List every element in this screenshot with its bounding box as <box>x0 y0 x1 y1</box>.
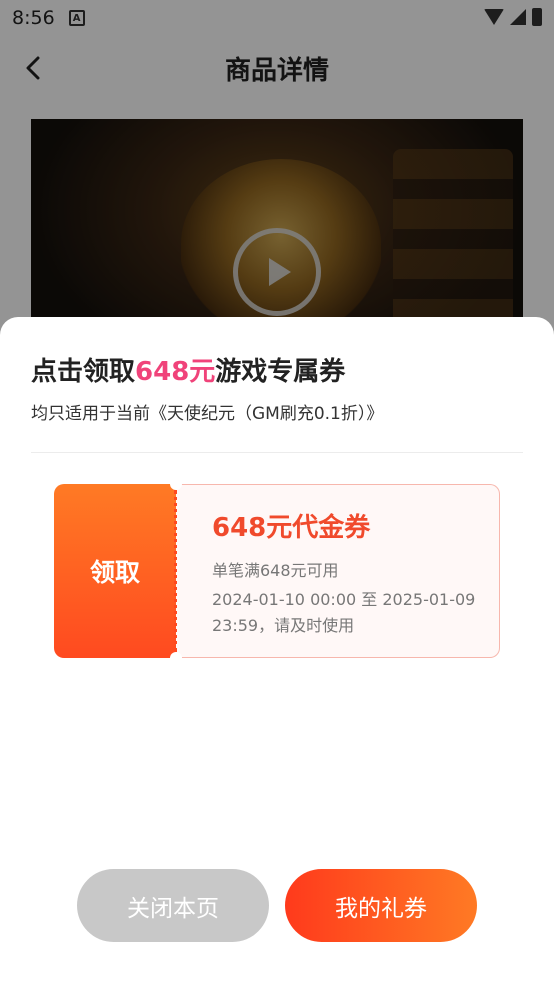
coupon-card: 领取 648元代金券 单笔满648元可用 2024-01-10 00:00 至 … <box>54 478 500 664</box>
coupon-name: 648元代金券 <box>212 513 371 543</box>
close-page-button[interactable]: 关闭本页 <box>77 869 269 942</box>
coupon-notch-top <box>170 478 182 490</box>
sheet-title-prefix: 点击领取 <box>31 357 136 387</box>
coupon-perforation <box>174 490 177 652</box>
coupon-condition: 单笔满648元可用 <box>212 561 339 580</box>
sheet-title: 点击领取648元游戏专属券 <box>31 351 345 388</box>
coupon-notch-bottom <box>170 652 182 664</box>
coupon-sheet: 点击领取648元游戏专属券 均只适用于当前《天使纪元（GM刷充0.1折）》 领取… <box>0 317 554 984</box>
my-coupons-button[interactable]: 我的礼券 <box>285 869 477 942</box>
sheet-title-amount: 648元 <box>135 357 216 387</box>
sheet-title-suffix: 游戏专属券 <box>215 357 346 387</box>
coupon-details: 648元代金券 单笔满648元可用 2024-01-10 00:00 至 202… <box>176 484 500 658</box>
divider <box>31 452 523 453</box>
sheet-subtitle: 均只适用于当前《天使纪元（GM刷充0.1折）》 <box>31 404 384 424</box>
coupon-validity: 2024-01-10 00:00 至 2025-01-09 23:59，请及时使… <box>212 590 476 635</box>
claim-coupon-button[interactable]: 领取 <box>54 484 176 658</box>
